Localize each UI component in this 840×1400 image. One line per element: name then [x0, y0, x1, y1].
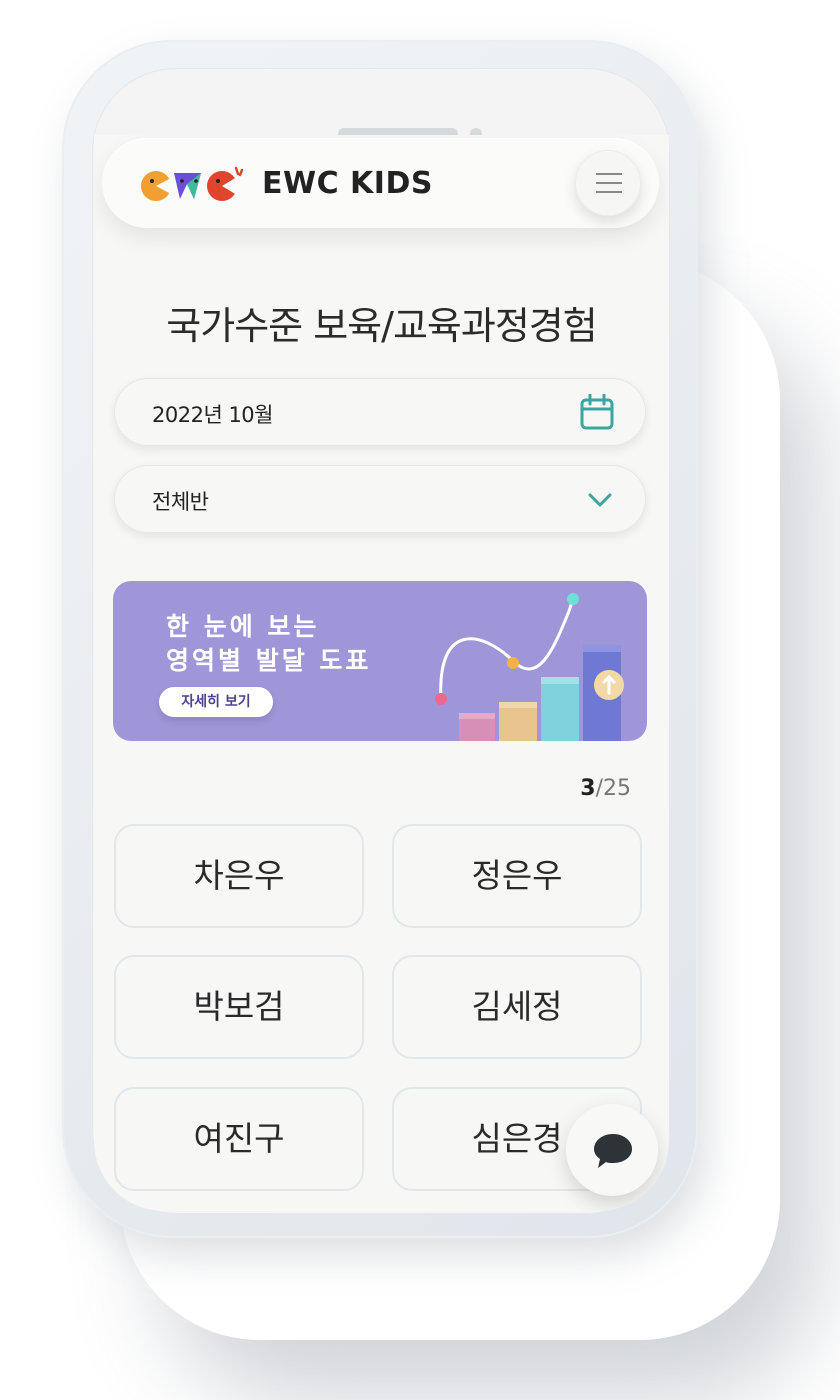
child-card[interactable]: 여진구	[114, 1087, 364, 1191]
banner-headline-2: 영역별 발달 도표	[166, 646, 372, 675]
child-card[interactable]: 차은우	[114, 824, 364, 928]
banner-headline-1: 한 눈에 보는	[166, 612, 320, 641]
app-screen: EWC KIDS 국가수준 보육/교육과정경험 2022년 10월 전체반 한 …	[94, 135, 669, 1211]
class-select[interactable]: 전체반	[114, 465, 646, 533]
child-card[interactable]: 박보검	[114, 955, 364, 1059]
hamburger-menu-icon	[596, 173, 622, 175]
page-total: 25	[603, 776, 631, 801]
menu-button[interactable]	[575, 150, 641, 216]
page-separator: /	[595, 776, 603, 801]
app-header: EWC KIDS	[102, 138, 659, 228]
month-picker-value: 2022년 10월	[152, 403, 273, 427]
child-card[interactable]: 정은우	[392, 824, 642, 928]
child-card[interactable]: 김세정	[392, 955, 642, 1059]
class-select-value: 전체반	[152, 490, 209, 514]
brand-name: EWC KIDS	[262, 166, 433, 201]
chat-button[interactable]	[566, 1104, 658, 1196]
month-picker-field[interactable]: 2022년 10월	[114, 378, 646, 446]
calendar-icon[interactable]	[580, 394, 614, 430]
page-current: 3	[580, 776, 596, 801]
mockup-stage: EWC KIDS 국가수준 보육/교육과정경험 2022년 10월 전체반 한 …	[0, 0, 840, 1400]
chat-bubble-icon	[594, 1134, 632, 1168]
page-title: 국가수준 보육/교육과정경험	[166, 304, 597, 348]
development-chart-banner[interactable]: 한 눈에 보는 영역별 발달 도표 자세히 보기	[113, 581, 647, 741]
chevron-down-icon	[588, 493, 612, 507]
banner-detail-button[interactable]: 자세히 보기	[159, 687, 273, 717]
growth-chart-illustration	[435, 593, 624, 741]
ewc-logo-icon[interactable]	[140, 164, 252, 204]
page-indicator: 3/25	[580, 776, 631, 801]
